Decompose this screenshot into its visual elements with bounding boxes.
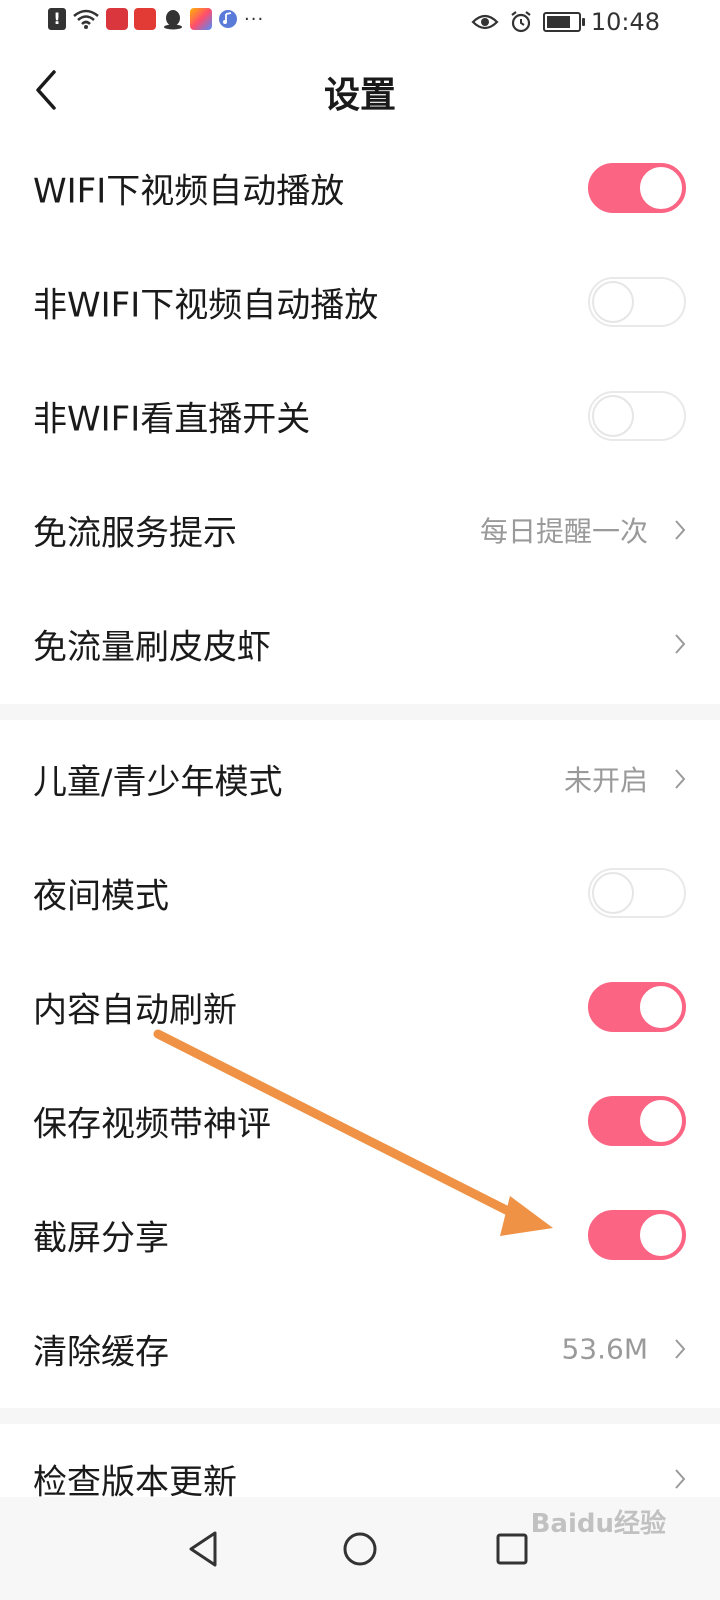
setting-mobile-live: 非WIFI看直播开关: [0, 359, 720, 473]
multicolor-app-icon: [190, 8, 212, 30]
setting-free-data-reminder[interactable]: 免流服务提示 每日提醒一次: [0, 473, 720, 587]
toggle-knob: [640, 986, 682, 1028]
setting-label: 免流服务提示: [33, 513, 237, 554]
wifi-autoplay-toggle[interactable]: [588, 163, 686, 213]
setting-clear-cache[interactable]: 清除缓存 53.6M: [0, 1292, 720, 1406]
chevron-right-icon: [675, 1339, 686, 1359]
setting-mobile-autoplay: 非WIFI下视频自动播放: [0, 245, 720, 359]
setting-free-data-browse[interactable]: 免流量刷皮皮虾: [0, 587, 720, 701]
title-bar: 设置: [0, 46, 720, 136]
setting-label: 保存视频带神评: [33, 1104, 271, 1145]
book-app-icon: [106, 8, 128, 30]
mobile-live-toggle[interactable]: [588, 391, 686, 441]
toggle-knob: [640, 167, 682, 209]
setting-label: WIFI下视频自动播放: [33, 171, 345, 212]
setting-save-with-comments: 保存视频带神评: [0, 1064, 720, 1178]
watermark: Baidu经验: [530, 1509, 666, 1539]
toggle-knob: [592, 872, 634, 914]
qq-icon: [164, 10, 182, 30]
setting-value: 每日提醒一次: [479, 515, 648, 548]
toggle-knob: [592, 395, 634, 437]
eye-icon: [471, 14, 499, 30]
setting-value: 未开启: [563, 764, 648, 797]
screenshot-share-toggle[interactable]: [588, 1210, 686, 1260]
page-title: 设置: [323, 75, 396, 116]
toggle-knob: [592, 281, 634, 323]
setting-label: 非WIFI看直播开关: [33, 399, 311, 440]
setting-auto-refresh: 内容自动刷新: [0, 950, 720, 1064]
chevron-right-icon: [675, 520, 686, 540]
navigation-bar: Baidu经验: [0, 1497, 720, 1600]
clock: 10:48: [590, 8, 660, 36]
setting-night-mode: 夜间模式: [0, 836, 720, 950]
setting-label: 免流量刷皮皮虾: [33, 627, 271, 668]
status-bar-left: ! ···: [48, 8, 264, 30]
mobile-autoplay-toggle[interactable]: [588, 277, 686, 327]
nav-home-button[interactable]: [338, 1527, 382, 1571]
more-notifications: ···: [244, 8, 265, 30]
wifi-icon: [73, 9, 99, 29]
battery-level: [546, 16, 571, 28]
setting-youth-mode[interactable]: 儿童/青少年模式 未开启: [0, 722, 720, 836]
setting-label: 内容自动刷新: [33, 990, 237, 1031]
status-bar-right: 10:48: [471, 8, 660, 36]
alert-icon: !: [48, 8, 66, 30]
chevron-right-icon: [675, 634, 686, 654]
toggle-knob: [640, 1100, 682, 1142]
status-bar: ! ··· 10:48: [0, 0, 720, 46]
setting-label: 截屏分享: [33, 1218, 169, 1259]
night-mode-toggle[interactable]: [588, 868, 686, 918]
setting-label: 夜间模式: [33, 876, 169, 917]
setting-label: 清除缓存: [33, 1332, 169, 1373]
nav-back-button[interactable]: [183, 1527, 227, 1571]
setting-value: 53.6M: [561, 1332, 648, 1366]
chevron-right-icon: [675, 1469, 686, 1489]
nav-recents-button[interactable]: [490, 1527, 534, 1571]
setting-label: 非WIFI下视频自动播放: [33, 285, 379, 326]
alarm-icon: [511, 11, 531, 33]
section-divider: [0, 704, 720, 720]
save-with-comments-toggle[interactable]: [588, 1096, 686, 1146]
auto-refresh-toggle[interactable]: [588, 982, 686, 1032]
toggle-knob: [640, 1214, 682, 1256]
shop-app-icon: [134, 8, 156, 30]
battery-icon: [542, 12, 585, 32]
chevron-right-icon: [675, 769, 686, 789]
music-app-icon: [219, 10, 237, 28]
setting-screenshot-share: 截屏分享: [0, 1178, 720, 1292]
setting-label: 儿童/青少年模式: [33, 762, 283, 803]
setting-wifi-autoplay: WIFI下视频自动播放: [0, 131, 720, 245]
